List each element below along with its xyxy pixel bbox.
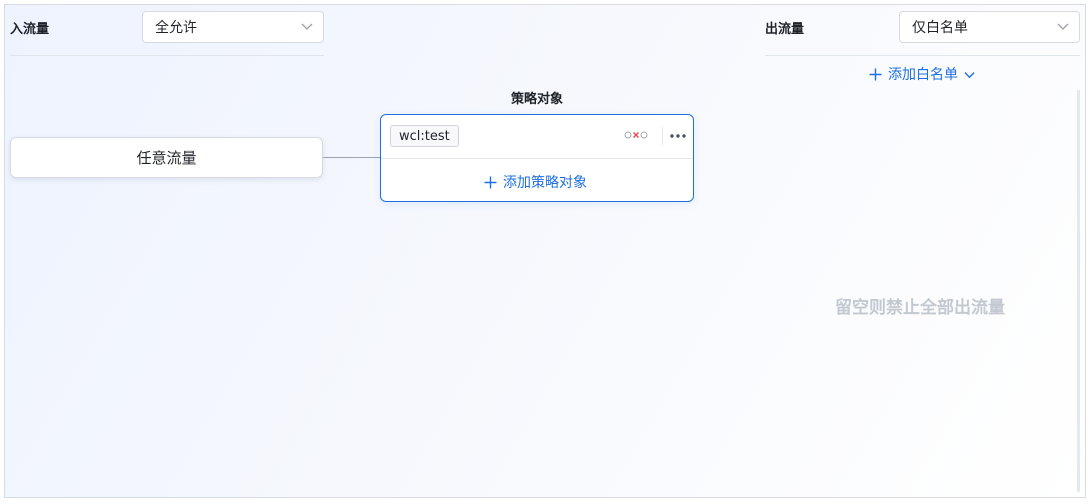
- row-divider: [662, 127, 663, 145]
- chevron-down-icon: [964, 71, 975, 78]
- add-policy-object-button[interactable]: 添加策略对象: [484, 172, 587, 192]
- outbound-select-value: 仅白名单: [912, 20, 968, 36]
- inbound-select[interactable]: 全允许: [142, 11, 324, 43]
- source-node-label: 任意流量: [136, 149, 197, 167]
- chevron-down-icon: [1057, 23, 1069, 30]
- connector-line: [323, 157, 381, 158]
- plus-icon: [484, 176, 497, 188]
- outbound-select[interactable]: 仅白名单: [899, 11, 1080, 43]
- chevron-down-icon: [301, 23, 313, 30]
- policy-object-row: wcl:test: [381, 115, 693, 159]
- plus-icon: [869, 68, 882, 80]
- more-icon[interactable]: [668, 129, 688, 143]
- scrollbar[interactable]: [1077, 90, 1080, 492]
- policy-tag[interactable]: wcl:test: [390, 125, 459, 147]
- inbound-select-value: 全允许: [155, 20, 197, 36]
- add-policy-object-label: 添加策略对象: [503, 175, 587, 191]
- outbound-divider: [765, 55, 1080, 56]
- inbound-divider: [10, 55, 324, 56]
- add-whitelist-label: 添加白名单: [888, 67, 958, 83]
- add-whitelist-button[interactable]: 添加白名单: [869, 64, 975, 84]
- outbound-label: 出流量: [765, 22, 805, 37]
- policy-tag-label: wcl:test: [399, 128, 450, 144]
- source-node-any-traffic[interactable]: 任意流量: [10, 137, 323, 178]
- unlink-icon[interactable]: [624, 129, 648, 141]
- inbound-label: 入流量: [10, 22, 50, 37]
- policy-card: wcl:test 添加策略对象: [380, 114, 694, 202]
- policy-title: 策略对象: [510, 92, 563, 107]
- outbound-empty-hint: 留空则禁止全部出流量: [835, 298, 1005, 318]
